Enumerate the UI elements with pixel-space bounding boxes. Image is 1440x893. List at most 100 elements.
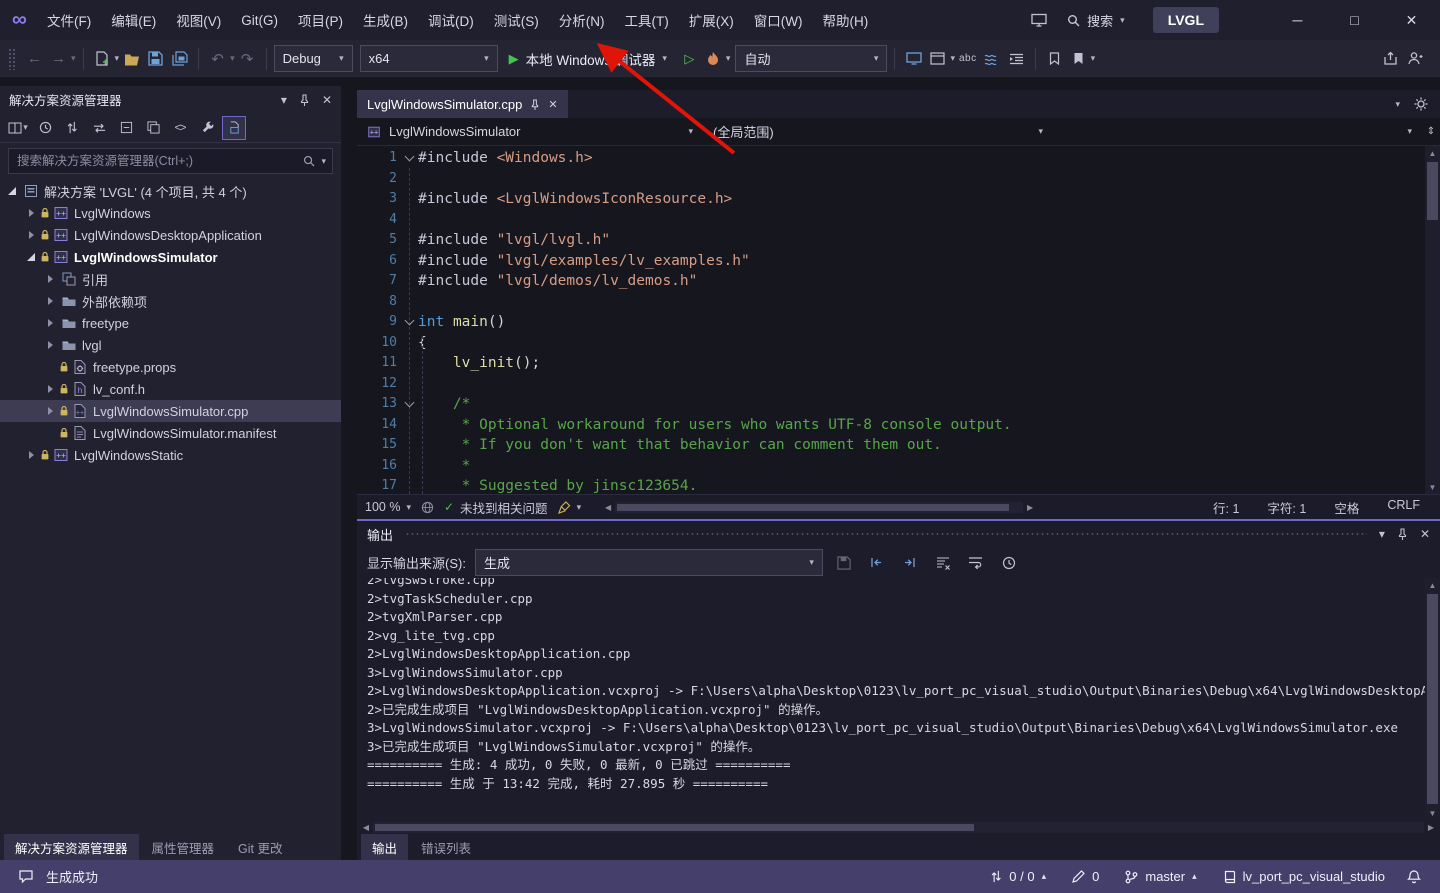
close-icon[interactable]: ✕ — [322, 93, 332, 107]
menu-item-10[interactable]: 工具(T) — [614, 0, 678, 40]
panel-tab-3[interactable]: Git 更改 — [227, 834, 293, 860]
editor-tab[interactable]: LvglWindowsSimulator.cpp ✕ — [357, 90, 568, 118]
tree-item[interactable]: freetype.props — [0, 356, 341, 378]
expander-icon[interactable] — [5, 184, 19, 198]
pin-icon[interactable] — [530, 99, 540, 110]
next-message-icon[interactable] — [898, 551, 922, 575]
clock-icon[interactable] — [997, 551, 1021, 575]
expander-icon[interactable] — [43, 316, 57, 330]
tree-item[interactable]: lvgl — [0, 334, 341, 356]
expander-icon[interactable] — [43, 382, 57, 396]
scrollbar-thumb[interactable] — [1427, 162, 1438, 220]
member-dropdown[interactable]: ▾ — [1053, 118, 1422, 145]
window-position-caret-icon[interactable]: ▾ — [281, 94, 287, 106]
scrollbar-thumb[interactable] — [1427, 594, 1438, 804]
undo-button[interactable]: ↶ — [206, 45, 229, 73]
menu-item-13[interactable]: 帮助(H) — [812, 0, 878, 40]
column-indicator[interactable]: 字符: 1 — [1267, 498, 1306, 517]
view-code-icon[interactable]: <> — [168, 116, 192, 140]
pending-changes[interactable]: 0 — [1063, 869, 1108, 884]
scroll-right-icon[interactable]: ▶ — [1023, 500, 1037, 514]
expander-icon[interactable] — [24, 250, 38, 264]
menu-item-8[interactable]: 测试(S) — [484, 0, 549, 40]
new-project-button[interactable] — [91, 45, 114, 73]
output-tab-1[interactable]: 输出 — [361, 834, 408, 860]
menu-item-6[interactable]: 生成(B) — [353, 0, 418, 40]
scroll-down-icon[interactable]: ▼ — [1425, 480, 1440, 494]
save-output-icon[interactable] — [832, 551, 856, 575]
waves-icon[interactable] — [981, 45, 1004, 73]
switch-views-icon[interactable]: ▾ — [6, 116, 30, 140]
menu-item-2[interactable]: 编辑(E) — [101, 0, 166, 40]
git-branch[interactable]: master ▴ — [1116, 869, 1205, 884]
spaces-indicator[interactable]: 空格 — [1334, 498, 1359, 517]
clear-all-icon[interactable] — [931, 551, 955, 575]
scrollbar-track[interactable] — [373, 822, 1424, 833]
expander-icon[interactable] — [24, 206, 38, 220]
caret-down-icon[interactable]: ▾ — [321, 157, 326, 166]
globe-icon[interactable] — [421, 501, 434, 514]
scroll-up-icon[interactable]: ▲ — [1425, 578, 1440, 592]
expander-icon[interactable] — [24, 448, 38, 462]
split-editor-icon[interactable]: ⇕ — [1422, 126, 1440, 137]
navigate-back-button[interactable]: ← — [23, 45, 46, 73]
tree-item[interactable]: freetype — [0, 312, 341, 334]
open-folder-button[interactable] — [120, 45, 143, 73]
solution-badge[interactable]: LVGL — [1153, 7, 1219, 33]
bookmark-icon[interactable] — [1067, 45, 1090, 73]
tree-item[interactable]: hlv_conf.h — [0, 378, 341, 400]
sync-vertical-arrows-icon[interactable] — [60, 116, 84, 140]
panel-tab-2[interactable]: 属性管理器 — [141, 834, 226, 860]
editor-horizontal-scrollbar[interactable]: ◀ ▶ — [601, 501, 1037, 514]
navigate-forward-button[interactable]: → — [47, 45, 70, 73]
solution-platforms-dropdown[interactable]: x64 ▾ — [360, 45, 498, 72]
tree-item[interactable]: LvglWindowsSimulator.manifest — [0, 422, 341, 444]
solution-configurations-dropdown[interactable]: Debug ▾ — [274, 45, 353, 72]
collapse-all-icon[interactable] — [114, 116, 138, 140]
scrollbar-track[interactable] — [1425, 160, 1440, 480]
expander-icon[interactable] — [43, 338, 57, 352]
scrollbar-track[interactable] — [1425, 592, 1440, 806]
output-vertical-scrollbar[interactable]: ▲ ▼ — [1425, 578, 1440, 820]
project-dropdown[interactable]: ++ LvglWindowsSimulator ▾ — [357, 118, 703, 145]
save-button[interactable] — [144, 45, 167, 73]
menu-item-3[interactable]: 视图(V) — [166, 0, 231, 40]
scrollbar-thumb[interactable] — [375, 824, 974, 831]
message-bubble-icon[interactable] — [14, 870, 38, 883]
word-wrap-icon[interactable] — [964, 551, 988, 575]
scroll-right-icon[interactable]: ▶ — [1424, 820, 1438, 834]
menu-item-11[interactable]: 扩展(X) — [679, 0, 744, 40]
zoom-dropdown[interactable]: 100 % ▾ — [365, 500, 411, 514]
pin-icon[interactable] — [1397, 528, 1408, 540]
close-icon[interactable]: ✕ — [1420, 527, 1430, 541]
minimize-button[interactable]: ─ — [1269, 0, 1326, 40]
bookmark-flag-icon[interactable] — [1043, 45, 1066, 73]
bell-icon[interactable] — [1402, 870, 1426, 884]
tree-item[interactable]: ++LvglWindows — [0, 202, 341, 224]
scroll-up-icon[interactable]: ▲ — [1425, 146, 1440, 160]
scroll-down-icon[interactable]: ▼ — [1425, 806, 1440, 820]
output-lines[interactable]: 2>tvgSwStroke.cpp2>tvgTaskScheduler.cpp2… — [357, 578, 1425, 820]
scroll-left-icon[interactable]: ◀ — [601, 500, 615, 514]
monitor-feedback-icon[interactable] — [1023, 0, 1055, 40]
tree-item[interactable]: ++LvglWindowsStatic — [0, 444, 341, 466]
expander-icon[interactable] — [43, 404, 57, 418]
menu-item-5[interactable]: 项目(P) — [288, 0, 353, 40]
tree-item[interactable]: ++LvglWindowsSimulator.cpp — [0, 400, 341, 422]
wrench-icon[interactable] — [195, 116, 219, 140]
clock-icon[interactable] — [33, 116, 57, 140]
scrollbar-track[interactable] — [615, 502, 1023, 513]
expander-icon[interactable] — [24, 228, 38, 242]
problems-indicator[interactable]: ✓ 未找到相关问题 — [444, 498, 548, 517]
output-horizontal-scrollbar[interactable]: ◀ ▶ — [357, 820, 1440, 834]
expander-icon[interactable] — [43, 294, 57, 308]
gear-icon[interactable] — [1414, 97, 1428, 111]
tree-item[interactable]: ++LvglWindowsSimulator — [0, 246, 341, 268]
hot-reload-flame-icon[interactable] — [702, 45, 725, 73]
output-tab-2[interactable]: 错误列表 — [410, 834, 482, 860]
menu-item-9[interactable]: 分析(N) — [549, 0, 615, 40]
screen-icon[interactable] — [902, 45, 925, 73]
git-repository[interactable]: lv_port_pc_visual_studio — [1214, 869, 1394, 884]
start-without-debugging-button[interactable]: ▷ — [678, 45, 701, 73]
save-all-button[interactable] — [168, 45, 191, 73]
